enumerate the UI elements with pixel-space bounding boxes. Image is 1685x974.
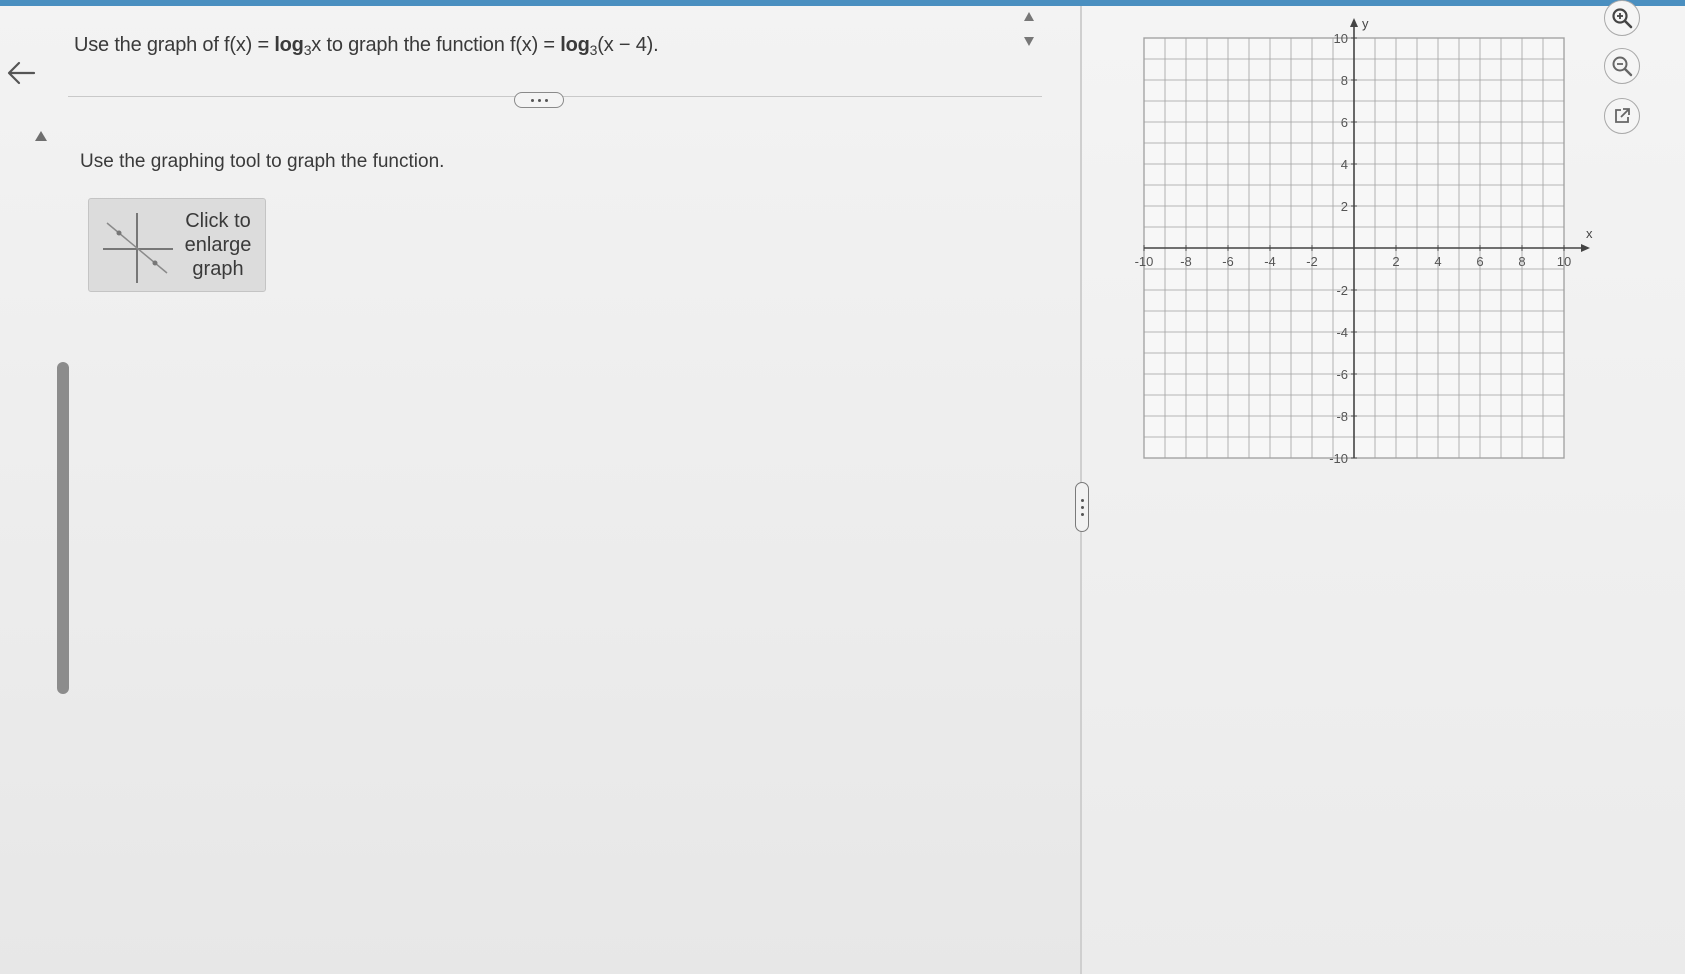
x-tick-label: 2 <box>1392 254 1399 269</box>
log-keyword: log <box>560 34 590 56</box>
x-tick-label: -4 <box>1264 254 1276 269</box>
grip-icon <box>1080 512 1084 516</box>
coordinate-grid[interactable]: x y -10 -8 -6 -4 -2 2 4 6 8 10 10 8 6 4 2 -2 -4 -6 -8 -10 <box>1124 8 1604 468</box>
ellipsis-icon <box>537 98 541 102</box>
popout-button[interactable] <box>1604 98 1640 134</box>
grip-icon <box>1080 498 1084 502</box>
y-tick-label: -10 <box>1329 451 1348 466</box>
ellipsis-icon <box>530 98 534 102</box>
enlarge-graph-button[interactable]: Click to enlarge graph <box>88 198 266 292</box>
zoom-out-button[interactable] <box>1604 48 1640 84</box>
y-tick-label: 4 <box>1341 157 1348 172</box>
x-tick-label: 6 <box>1476 254 1483 269</box>
y-axis-label: y <box>1362 16 1369 31</box>
enlarge-graph-label: Click to enlarge graph <box>184 210 252 280</box>
log-keyword: log <box>274 34 304 56</box>
zoom-in-icon <box>1612 8 1633 29</box>
y-tick-label: 2 <box>1341 199 1348 214</box>
y-tick-label: -8 <box>1336 409 1348 424</box>
pane-resize-handle[interactable] <box>1075 482 1089 532</box>
arrow-left-icon[interactable] <box>4 56 38 90</box>
question-stepper <box>1022 10 1036 50</box>
x-tick-label: -6 <box>1222 254 1234 269</box>
question-middle: to graph the function f(x) = <box>321 34 561 56</box>
log-argument: x <box>311 34 322 56</box>
y-tick-label: -6 <box>1336 367 1348 382</box>
triangle-up-icon[interactable] <box>1022 10 1036 24</box>
question-lead: Use the graph of f(x) = <box>74 34 275 56</box>
graph-thumbnail-icon <box>103 213 173 283</box>
triangle-up-icon[interactable] <box>34 130 48 142</box>
zoom-in-button[interactable] <box>1604 0 1640 36</box>
external-link-icon <box>1615 108 1630 123</box>
y-tick-label: 8 <box>1341 73 1348 88</box>
y-axis-arrow <box>1350 18 1358 27</box>
y-tick-label: -4 <box>1336 325 1348 340</box>
expand-more-button[interactable] <box>514 92 564 108</box>
instruction-text: Use the graphing tool to graph the funct… <box>80 151 445 172</box>
grip-icon <box>1080 505 1084 509</box>
scrollbar-thumb[interactable] <box>57 362 69 694</box>
zoom-out-icon <box>1612 56 1633 77</box>
x-tick-label: -2 <box>1306 254 1318 269</box>
y-tick-label: 6 <box>1341 115 1348 130</box>
x-tick-label: -10 <box>1135 254 1154 269</box>
triangle-down-icon[interactable] <box>1022 34 1036 48</box>
x-tick-label: -8 <box>1180 254 1192 269</box>
x-tick-label: 10 <box>1557 254 1571 269</box>
y-tick-label: -2 <box>1336 283 1348 298</box>
x-tick-label: 4 <box>1434 254 1441 269</box>
x-tick-label: 8 <box>1518 254 1525 269</box>
question-text: Use the graph of f(x) = log3x to graph t… <box>74 34 659 58</box>
x-axis-arrow <box>1581 244 1590 252</box>
ellipsis-icon <box>544 98 548 102</box>
log-argument: (x − 4). <box>597 34 659 56</box>
x-axis-label: x <box>1586 226 1593 241</box>
y-tick-label: 10 <box>1334 31 1348 46</box>
